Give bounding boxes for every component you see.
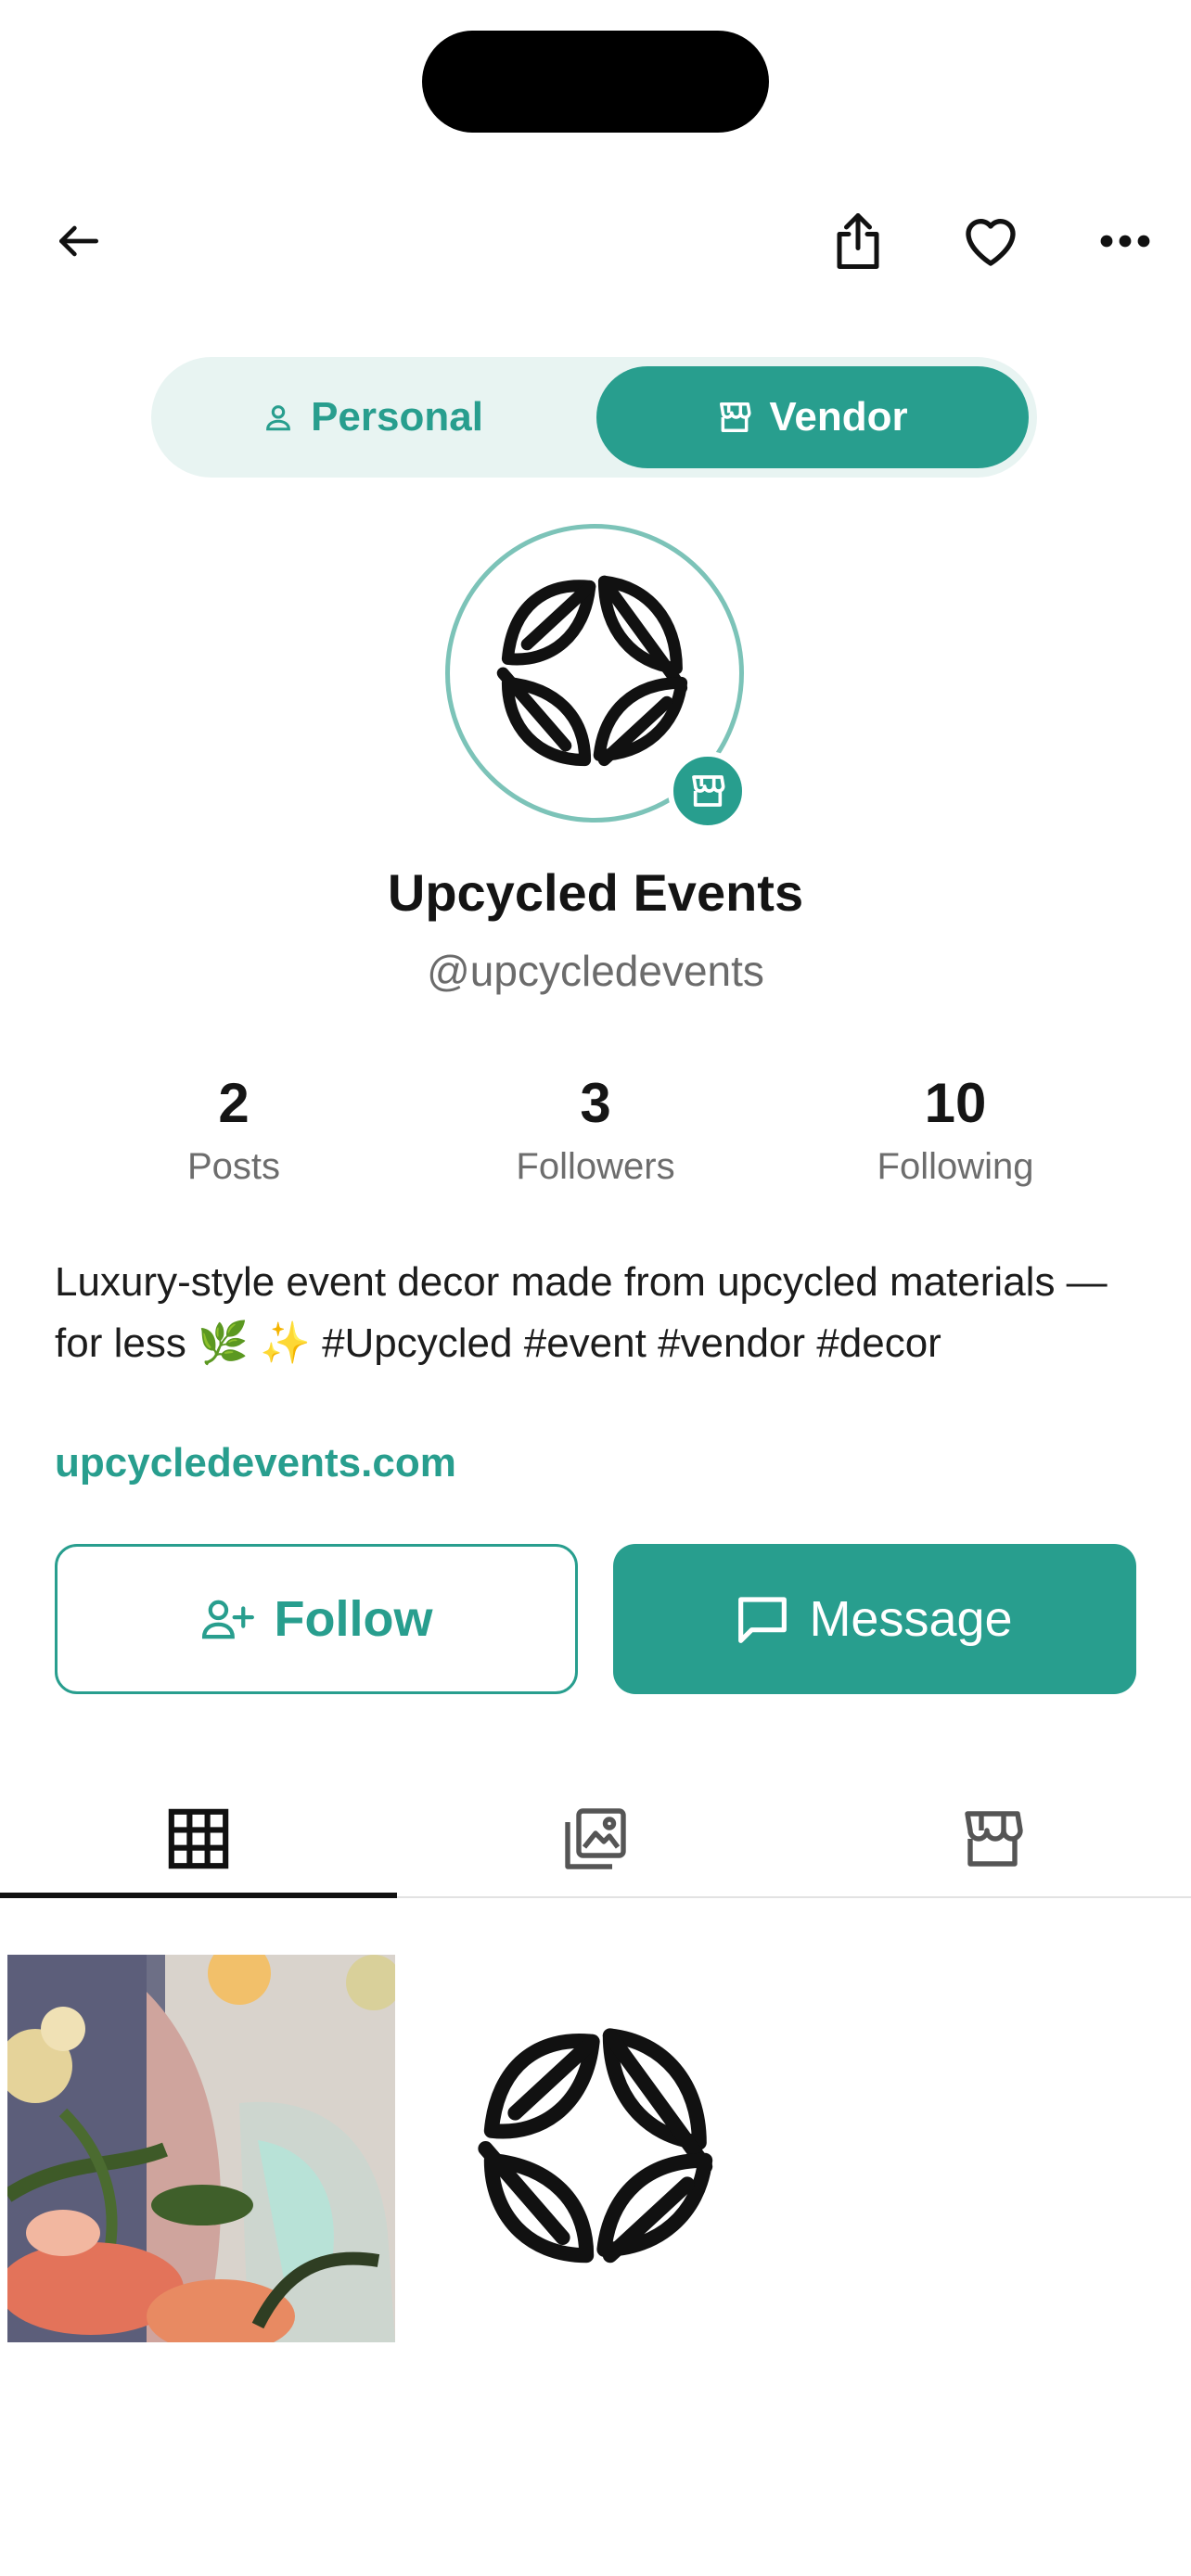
grid-icon xyxy=(168,1808,229,1868)
profile-bio: Luxury-style event decor made from upcyc… xyxy=(55,1259,1108,1366)
vendor-tab[interactable]: Vendor xyxy=(596,366,1029,468)
stat-label: Following xyxy=(877,1146,1034,1187)
stat-label: Followers xyxy=(516,1146,675,1187)
dynamic-island xyxy=(422,31,769,133)
message-label: Message xyxy=(809,1591,1013,1647)
leaf-wreath-logo xyxy=(496,575,688,767)
vendor-label: Vendor xyxy=(769,394,908,440)
leaf-wreath-logo xyxy=(478,2028,713,2264)
profile-type-toggle: Personal Vendor xyxy=(151,357,1037,478)
stat-label: Posts xyxy=(186,1146,281,1187)
share-icon xyxy=(837,213,879,269)
back-button[interactable] xyxy=(37,199,121,283)
profile-name: Upcycled Events xyxy=(387,863,804,922)
more-horizontal-icon xyxy=(1100,235,1150,248)
user-plus-icon xyxy=(201,1600,254,1639)
stat-following[interactable]: 10 Following xyxy=(770,1066,1141,1188)
stat-value: 3 xyxy=(580,1072,611,1134)
follow-button[interactable]: Follow xyxy=(55,1544,578,1694)
user-icon xyxy=(266,405,290,431)
store-icon xyxy=(720,402,751,432)
stat-value: 10 xyxy=(924,1072,987,1134)
stat-value: 2 xyxy=(218,1072,250,1134)
tab-gallery[interactable] xyxy=(397,1780,794,1896)
tab-grid[interactable] xyxy=(0,1780,397,1896)
share-button[interactable] xyxy=(816,199,900,283)
stat-followers[interactable]: 3 Followers xyxy=(410,1066,781,1188)
personal-tab[interactable]: Personal xyxy=(160,366,585,468)
post-thumbnail[interactable] xyxy=(404,1955,792,2342)
more-button[interactable] xyxy=(1083,199,1167,283)
personal-label: Personal xyxy=(311,394,483,440)
favorite-button[interactable] xyxy=(949,199,1032,283)
event-decor-photo xyxy=(7,1955,395,2342)
website-link[interactable]: upcycledevents.com xyxy=(55,1440,456,1486)
tab-store[interactable] xyxy=(794,1780,1191,1896)
active-tab-indicator xyxy=(0,1893,397,1898)
store-icon xyxy=(692,775,725,807)
vendor-badge xyxy=(668,751,748,831)
gallery-icon xyxy=(565,1807,626,1869)
message-button[interactable]: Message xyxy=(613,1544,1136,1694)
stat-posts[interactable]: 2 Posts xyxy=(48,1066,419,1188)
follow-label: Follow xyxy=(274,1591,433,1647)
profile-handle: @upcycledevents xyxy=(427,947,764,995)
message-icon xyxy=(738,1597,788,1643)
arrow-left-icon xyxy=(58,225,98,257)
post-thumbnail[interactable] xyxy=(7,1955,395,2342)
store-icon xyxy=(965,1810,1023,1867)
heart-icon xyxy=(966,219,1016,266)
